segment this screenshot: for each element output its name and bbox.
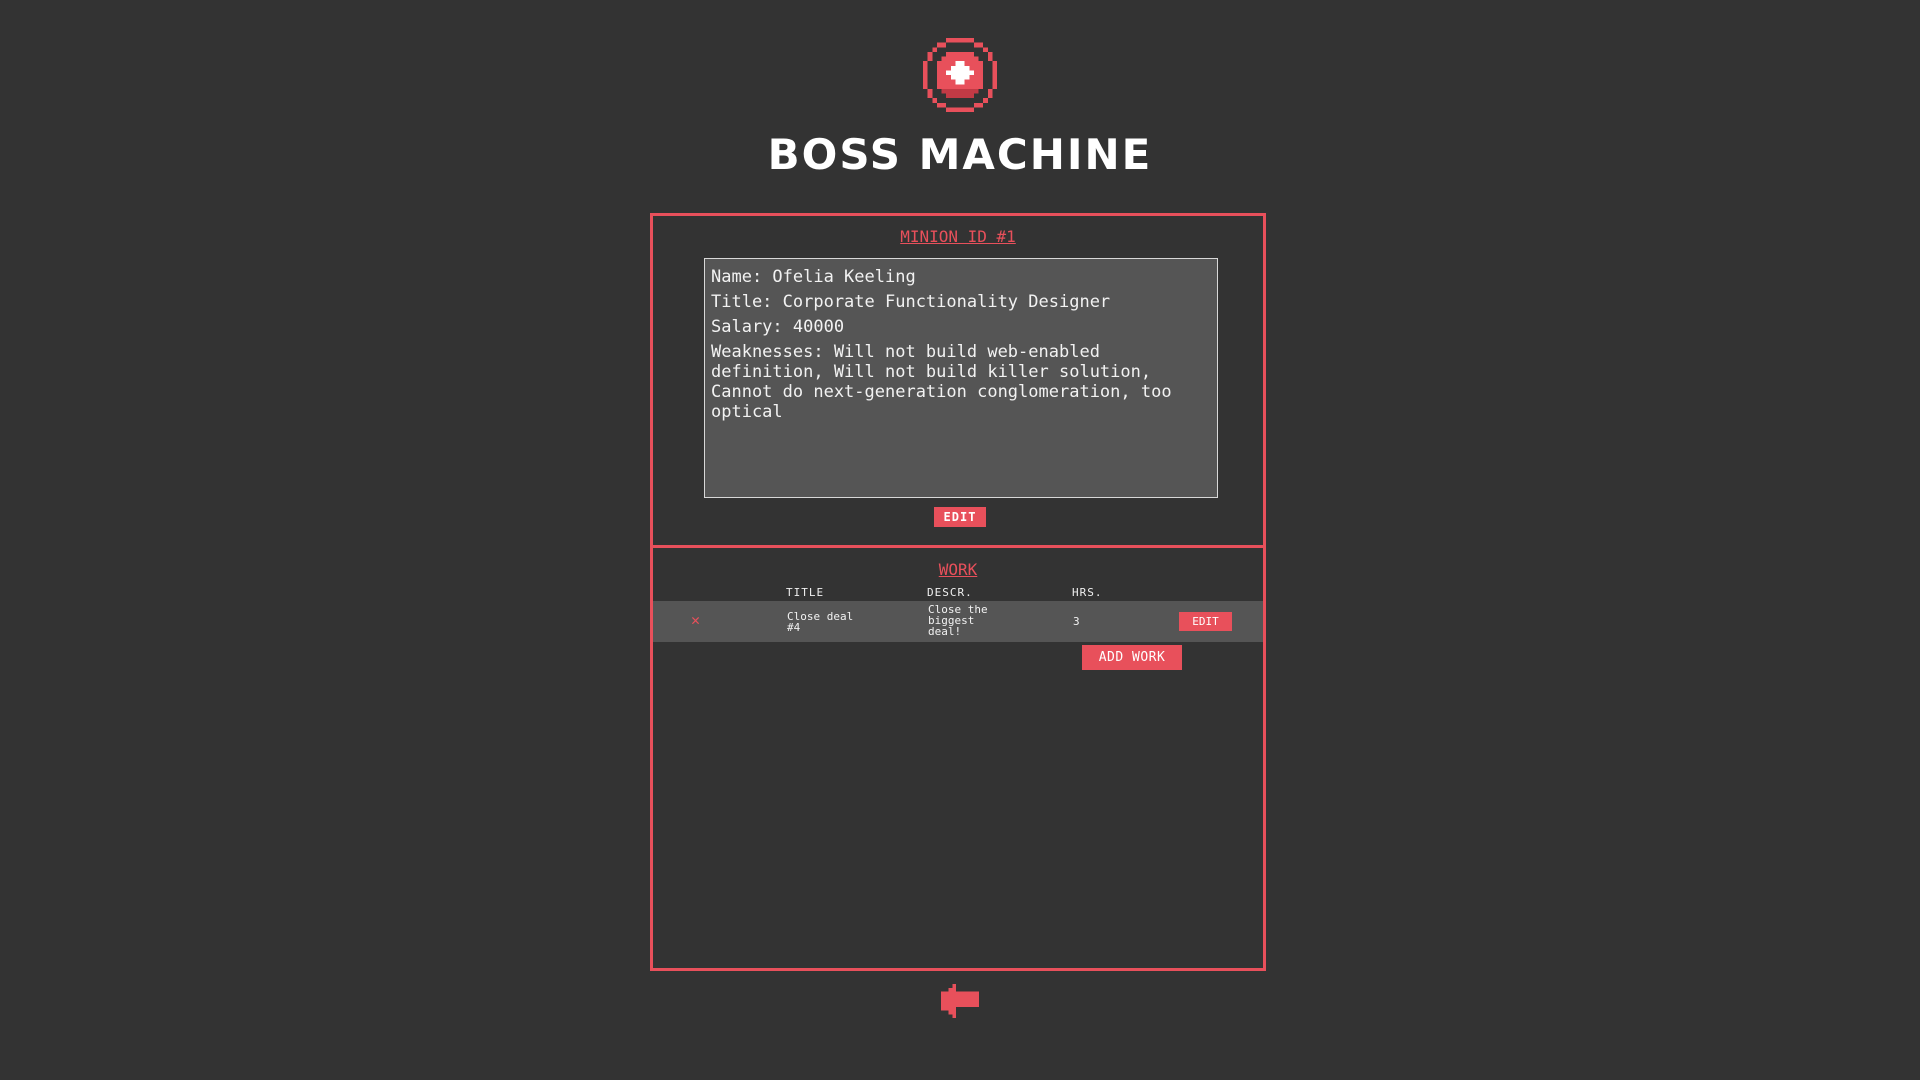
app-title: BOSS MACHINE xyxy=(767,130,1153,179)
minion-weaknesses: Weaknesses: Will not build web-enabled d… xyxy=(711,342,1172,422)
section-divider xyxy=(653,545,1263,548)
work-hours: 3 xyxy=(1073,615,1080,628)
target-icon xyxy=(923,38,997,112)
edit-work-button[interactable]: EDIT xyxy=(1179,612,1232,631)
minion-name: Name: Ofelia Keeling xyxy=(711,267,916,287)
minion-id-link[interactable]: MINION ID #1 xyxy=(653,227,1263,246)
work-row: ✕ Close deal #4 Close the biggest deal! … xyxy=(653,601,1263,642)
delete-work-icon[interactable]: ✕ xyxy=(691,613,700,628)
column-header-hours: HRS. xyxy=(1072,586,1103,599)
minion-panel: MINION ID #1 Name: Ofelia Keeling Title:… xyxy=(650,213,1266,971)
work-description: Close the biggest deal! xyxy=(928,603,988,638)
minion-info-box: Name: Ofelia Keeling Title: Corporate Fu… xyxy=(704,258,1218,498)
work-heading-link[interactable]: WORK xyxy=(653,560,1263,579)
back-arrow-icon[interactable] xyxy=(940,984,980,1022)
column-header-description: DESCR. xyxy=(927,586,973,599)
work-title: Close deal #4 xyxy=(787,610,854,634)
minion-salary: Salary: 40000 xyxy=(711,317,845,337)
edit-minion-button[interactable]: EDIT xyxy=(934,507,986,527)
column-header-title: TITLE xyxy=(786,586,825,599)
add-work-button[interactable]: ADD WORK xyxy=(1082,645,1182,670)
minion-title: Title: Corporate Functionality Designer xyxy=(711,292,1111,312)
